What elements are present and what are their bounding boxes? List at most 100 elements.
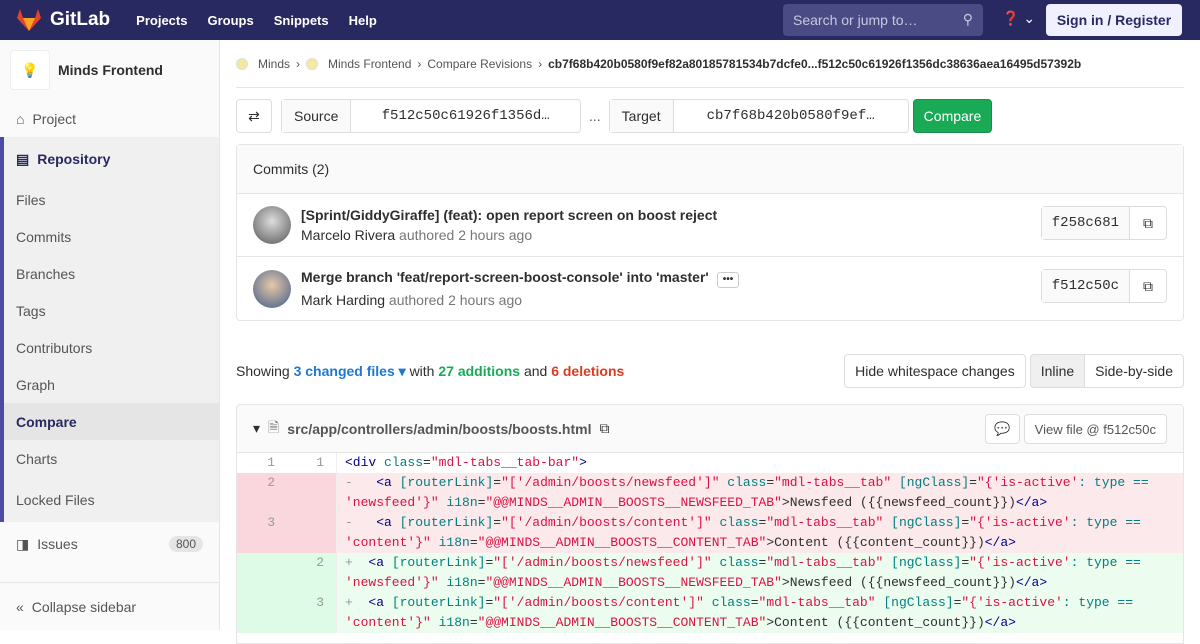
new-line-number[interactable]: 3 xyxy=(287,593,337,633)
new-line-number[interactable]: 1 xyxy=(287,453,337,473)
compare-button[interactable]: Compare xyxy=(912,99,993,133)
copy-icon[interactable]: ⧉ xyxy=(1130,270,1166,302)
label: Repository xyxy=(37,151,111,167)
code-token: class xyxy=(703,595,751,610)
tanuki-icon xyxy=(17,9,41,31)
breadcrumb: Minds › Minds Frontend › Compare Revisions… xyxy=(236,40,1184,88)
code-token: i18n xyxy=(438,575,478,590)
old-line-number[interactable] xyxy=(237,593,287,633)
code-token: : type == xyxy=(1062,595,1141,610)
changed-files-dropdown[interactable]: 3 changed files xyxy=(294,363,395,379)
diff-lines: 1 1 <div class="mdl-tabs__tab-bar"> 2- <a [… xyxy=(237,453,1183,633)
code-line: - <a [routerLink]="['/admin/boosts/conte… xyxy=(337,513,1177,553)
breadcrumb-minds[interactable]: Minds xyxy=(258,57,290,71)
code-token: > xyxy=(579,455,587,470)
chevron-down-icon: ⌄ xyxy=(1023,10,1036,26)
file-path[interactable]: src/app/controllers/admin/boosts/boosts.… xyxy=(287,421,591,437)
code-token: 'newsfeed'}" xyxy=(345,575,439,590)
with-text: with xyxy=(409,363,435,379)
new-line-number[interactable] xyxy=(287,473,337,513)
source-value: f512c50c61926f1356d… xyxy=(381,108,550,124)
avatar[interactable] xyxy=(253,269,291,308)
help-dropdown[interactable]: ❓ ⌄ xyxy=(1002,10,1035,27)
nav-groups[interactable]: Groups xyxy=(207,13,253,28)
code-line: - <a [routerLink]="['/admin/boosts/newsf… xyxy=(337,473,1177,513)
commit-author[interactable]: Marcelo Rivera xyxy=(301,227,395,243)
code-token: i18n xyxy=(430,535,470,550)
sidebar-item-contributors[interactable]: Contributors xyxy=(4,329,219,366)
sidebar-item-locked-files[interactable]: Locked Files xyxy=(4,477,219,522)
copy-path-icon[interactable]: ⧉ xyxy=(599,420,609,437)
code-token: "mdl-tabs__tab" xyxy=(766,515,884,530)
commit-author[interactable]: Mark Harding xyxy=(301,292,385,308)
sidebar-item-project[interactable]: ⌂ Project xyxy=(0,100,219,137)
sidebar-item-commits[interactable]: Commits xyxy=(4,218,219,255)
diff-line: 1 1 <div class="mdl-tabs__tab-bar"> xyxy=(237,453,1183,473)
old-line-number[interactable] xyxy=(237,553,287,593)
code-token: [ngClass] xyxy=(875,595,954,610)
breadcrumb-compare[interactable]: Compare Revisions xyxy=(427,57,532,71)
collapse-sidebar-button[interactable]: « Collapse sidebar xyxy=(0,582,219,630)
source-selector[interactable]: Source f512c50c61926f1356d… xyxy=(281,99,581,133)
view-file-button[interactable]: View file @ f512c50c xyxy=(1023,414,1167,444)
hide-whitespace-button[interactable]: Hide whitespace changes xyxy=(844,354,1026,388)
sign-in-button[interactable]: Sign in / Register xyxy=(1046,4,1182,36)
label: Issues xyxy=(37,536,78,552)
commit-sha[interactable]: f512c50c xyxy=(1041,270,1130,302)
sidebar-item-files[interactable]: Files xyxy=(4,181,219,218)
sidebar-item-charts[interactable]: Charts xyxy=(4,440,219,477)
code-token: </a> xyxy=(984,615,1016,630)
label: Collapse sidebar xyxy=(31,598,137,615)
swap-revisions-button[interactable]: ⇄ xyxy=(236,99,272,133)
breadcrumb-project[interactable]: Minds Frontend xyxy=(328,57,411,71)
main-content: Minds › Minds Frontend › Compare Revisions… xyxy=(236,40,1184,644)
code-token: <a xyxy=(368,595,392,610)
expand-message-button[interactable]: ••• xyxy=(716,272,740,288)
code-token: [routerLink] xyxy=(399,475,494,490)
home-icon: ⌂ xyxy=(16,110,25,127)
old-line-number[interactable]: 2 xyxy=(237,473,287,513)
sidebar: 💡 Minds Frontend ⌂ Project ▤ Repository Fil… xyxy=(0,40,220,630)
code-token: "mdl-tabs__tab" xyxy=(758,595,876,610)
sidebar-project[interactable]: 💡 Minds Frontend xyxy=(0,40,219,100)
sidebar-item-repository[interactable]: ▤ Repository xyxy=(4,137,219,181)
sidebar-item-compare[interactable]: Compare xyxy=(4,403,219,440)
code-token: "@@MINDS__ADMIN__BOOSTS__NEWSFEED_TAB" xyxy=(485,575,782,590)
search-input[interactable]: Search or jump to… ⚲ xyxy=(783,4,983,36)
nav-projects[interactable]: Projects xyxy=(136,13,187,28)
sidebar-item-graph[interactable]: Graph xyxy=(4,366,219,403)
commit-title[interactable]: Merge branch 'feat/report-screen-boost-c… xyxy=(301,269,709,285)
sidebar-item-branches[interactable]: Branches xyxy=(4,255,219,292)
inline-view-button[interactable]: Inline xyxy=(1029,354,1086,388)
code-token: = xyxy=(423,455,431,470)
old-line-number[interactable]: 3 xyxy=(237,513,287,553)
commit-title[interactable]: [Sprint/GiddyGiraffe] (feat): open repor… xyxy=(301,207,717,223)
old-line-number[interactable]: 1 xyxy=(237,453,287,473)
question-icon: ❓ xyxy=(1002,10,1020,26)
side-by-side-button[interactable]: Side-by-side xyxy=(1085,354,1184,388)
target-selector[interactable]: Target cb7f68b420b0580f9ef… xyxy=(608,99,909,133)
collapse-caret-icon[interactable]: ▾ xyxy=(253,420,260,437)
caret-down-icon[interactable]: ▾ xyxy=(395,363,406,380)
code-token: "{'is-active' xyxy=(976,475,1079,490)
code-token: "['/admin/boosts/content']" xyxy=(501,515,712,530)
comment-button[interactable]: 💬 xyxy=(984,414,1020,444)
range-separator: ... xyxy=(589,108,601,124)
gitlab-logo[interactable]: GitLab xyxy=(16,8,110,32)
sidebar-item-tags[interactable]: Tags xyxy=(4,292,219,329)
new-line-number[interactable] xyxy=(287,513,337,553)
code-token: "mdl-tabs__tab" xyxy=(766,555,884,570)
nav-help[interactable]: Help xyxy=(349,13,377,28)
nav-snippets[interactable]: Snippets xyxy=(274,13,329,28)
commit-sha[interactable]: f258c681 xyxy=(1041,207,1130,239)
copy-icon[interactable]: ⧉ xyxy=(1130,207,1166,239)
commits-list: Commits (2) [Sprint/GiddyGiraffe] (feat)… xyxy=(236,144,1184,321)
avatar[interactable] xyxy=(253,206,291,244)
code-token: class xyxy=(384,455,424,470)
code-token: i18n xyxy=(430,615,470,630)
code-token: "['/admin/boosts/newsfeed']" xyxy=(493,555,712,570)
sidebar-item-issues[interactable]: ◨ Issues 800 xyxy=(0,522,219,566)
code-line: <div class="mdl-tabs__tab-bar"> xyxy=(337,453,1177,473)
new-line-number[interactable]: 2 xyxy=(287,553,337,593)
code-token: [ngClass] xyxy=(883,515,962,530)
